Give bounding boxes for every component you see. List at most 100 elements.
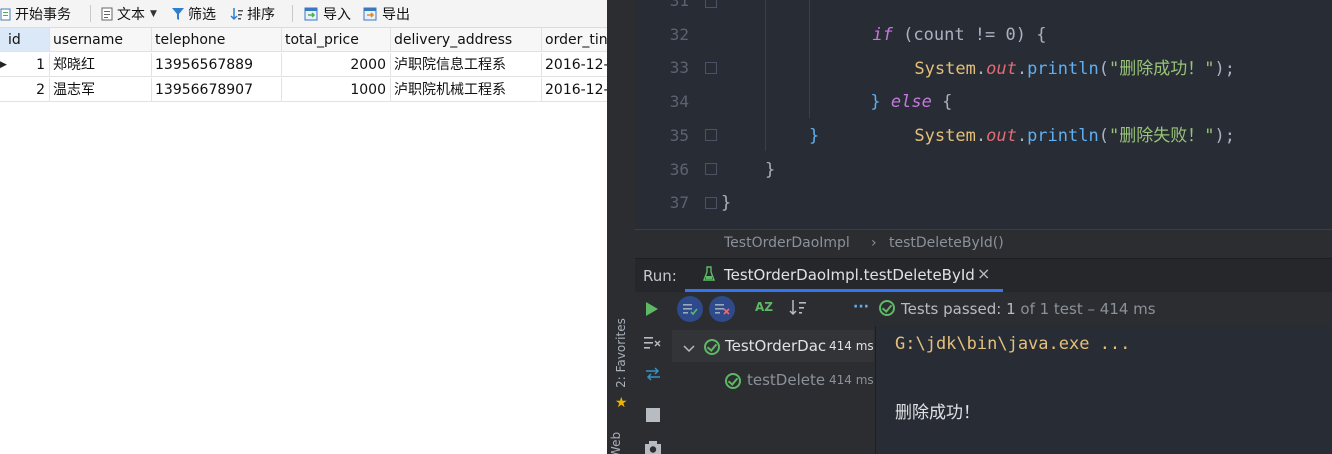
fold-marker-icon[interactable] [705, 0, 717, 8]
test-flask-icon [702, 266, 716, 286]
collapse-all-icon[interactable] [644, 335, 662, 354]
expand-chevron-icon[interactable] [683, 339, 695, 358]
console-output[interactable]: G:\jdk\bin\java.exe ... 删除成功！ [876, 326, 1332, 454]
cell-total-price[interactable]: 1000 [282, 78, 391, 102]
code-line-32: System.out.println("删除成功！"); [853, 18, 1235, 79]
text-button[interactable]: 文本 ▼ [100, 4, 157, 23]
more-options-icon[interactable]: ··· [853, 299, 869, 315]
begin-transaction-button[interactable]: 开始事务 [0, 4, 71, 23]
favorites-label: 2: Favorites [614, 318, 628, 388]
line-number: 37 [669, 193, 689, 212]
cell-id[interactable]: 2 [0, 78, 50, 102]
indent-guide [765, 0, 766, 151]
column-header-username[interactable]: username [50, 28, 152, 52]
column-header-order-time[interactable]: order_tin [542, 28, 607, 52]
code-string: "删除失败！" [1108, 126, 1215, 146]
web-tool-button[interactable]: Web [609, 431, 631, 454]
column-header-delivery-address[interactable]: delivery_address [391, 28, 542, 52]
code-method: println [1027, 59, 1099, 79]
sort-by-duration-icon[interactable] [789, 298, 807, 322]
toolbar-divider [90, 5, 91, 22]
code-method: println [1027, 126, 1099, 146]
sort-alphabetically-icon[interactable]: AZ [755, 300, 773, 314]
fold-marker-icon[interactable] [705, 62, 717, 74]
line-number: 34 [669, 92, 689, 111]
filter-label: 筛选 [188, 6, 216, 23]
show-ignored-icon[interactable] [709, 296, 735, 322]
line-number: 32 [669, 25, 689, 44]
code-line-33: } else { [809, 51, 952, 112]
filter-button[interactable]: 筛选 [171, 4, 216, 23]
close-tab-icon[interactable]: × [977, 264, 990, 283]
cell-total-price[interactable]: 2000 [282, 53, 391, 77]
code-line-37: } [721, 193, 732, 213]
code-paren: ( [1098, 59, 1109, 79]
fold-marker-icon[interactable] [705, 163, 717, 175]
cell-id-value: 1 [36, 57, 45, 73]
code-field: out [986, 59, 1017, 79]
code-dot: . [1016, 59, 1028, 79]
export-label: 导出 [382, 6, 410, 23]
column-header-telephone[interactable]: telephone [152, 28, 282, 52]
column-header-total-price[interactable]: total_price [282, 28, 391, 52]
stop-icon[interactable] [646, 408, 660, 422]
cell-id[interactable]: ▶ 1 [0, 53, 50, 77]
test-name: testDelete [747, 371, 826, 389]
screenshot-camera-icon[interactable] [644, 440, 662, 454]
cell-order-time[interactable]: 2016-12- [542, 78, 607, 102]
table-row[interactable]: 2 温志军 13956678907 1000 泸职院机械工程系 2016-12- [0, 78, 607, 102]
code-editor[interactable]: 31 32 33 34 35 36 37 if (count != 0) { S… [635, 0, 1332, 229]
test-passed-icon [725, 373, 741, 389]
code-paren: ); [1214, 59, 1235, 79]
console-command-line: G:\jdk\bin\java.exe ... [895, 334, 1131, 354]
breadcrumb-separator: › [871, 235, 877, 251]
line-number: 36 [669, 160, 689, 179]
code-line-34: System.out.println("删除失败！"); [853, 85, 1235, 146]
cell-order-time[interactable]: 2016-12- [542, 53, 607, 77]
cell-delivery-address[interactable]: 泸职院信息工程系 [391, 53, 542, 77]
run-side-toolbar [635, 326, 672, 454]
status-prefix: Tests passed: [901, 300, 1002, 318]
fold-marker-icon[interactable] [705, 197, 717, 209]
breadcrumb-class[interactable]: TestOrderDaoImpl [724, 235, 850, 251]
rerun-icon[interactable] [645, 301, 659, 321]
begin-transaction-label: 开始事务 [15, 6, 71, 23]
favorites-tool-button[interactable]: 2: Favorites [611, 318, 631, 390]
cell-delivery-address[interactable]: 泸职院机械工程系 [391, 78, 542, 102]
tool-window-strip: 2: Favorites ★ Web [607, 0, 636, 454]
column-header-id[interactable]: id [0, 28, 50, 52]
sort-label: 排序 [247, 6, 275, 23]
table-toolbar: 开始事务 文本 ▼ 筛选 排序 导入 导出 [0, 0, 607, 28]
dropdown-caret-icon[interactable]: ▼ [150, 9, 157, 19]
test-case-node[interactable]: testDelete 414 ms [672, 366, 874, 396]
status-rest: of 1 test – 414 ms [1020, 300, 1156, 318]
breadcrumb-method[interactable]: testDeleteById() [889, 235, 1004, 251]
header-row: id username telephone total_price delive… [0, 28, 607, 52]
tests-passed-status: Tests passed: 1 of 1 test – 414 ms [879, 300, 1156, 318]
import-button[interactable]: 导入 [304, 4, 351, 23]
export-button[interactable]: 导出 [363, 4, 410, 23]
cell-username[interactable]: 温志军 [50, 78, 152, 102]
fold-marker-icon[interactable] [705, 129, 717, 141]
export-icon [363, 7, 377, 21]
code-line-36: } [765, 160, 776, 180]
cell-username[interactable]: 郑晓红 [50, 53, 152, 77]
code-line-35: } [809, 126, 820, 146]
import-label: 导入 [323, 6, 351, 23]
toolbar-divider [292, 5, 293, 22]
test-suite-node[interactable]: TestOrderDac 414 ms [672, 330, 874, 362]
run-tab[interactable]: TestOrderDaoImpl.testDeleteById × [685, 259, 1003, 292]
code-dot: . [1016, 126, 1028, 146]
console-output-line: 删除成功！ [895, 403, 980, 423]
cell-telephone[interactable]: 13956678907 [152, 78, 282, 102]
cell-telephone[interactable]: 13956567889 [152, 53, 282, 77]
test-results-tree: TestOrderDac 414 ms testDelete 414 ms [672, 326, 876, 454]
toggle-auto-test-icon[interactable] [644, 366, 662, 385]
ide-window: 2: Favorites ★ Web 31 32 33 34 35 36 37 … [607, 0, 1332, 454]
web-label: Web [609, 431, 624, 454]
show-passed-icon[interactable] [677, 296, 703, 322]
sort-button[interactable]: 排序 [230, 4, 275, 23]
star-icon: ★ [615, 395, 628, 411]
table-row[interactable]: ▶ 1 郑晓红 13956567889 2000 泸职院信息工程系 2016-1… [0, 53, 607, 77]
code-dot: . [975, 59, 987, 79]
